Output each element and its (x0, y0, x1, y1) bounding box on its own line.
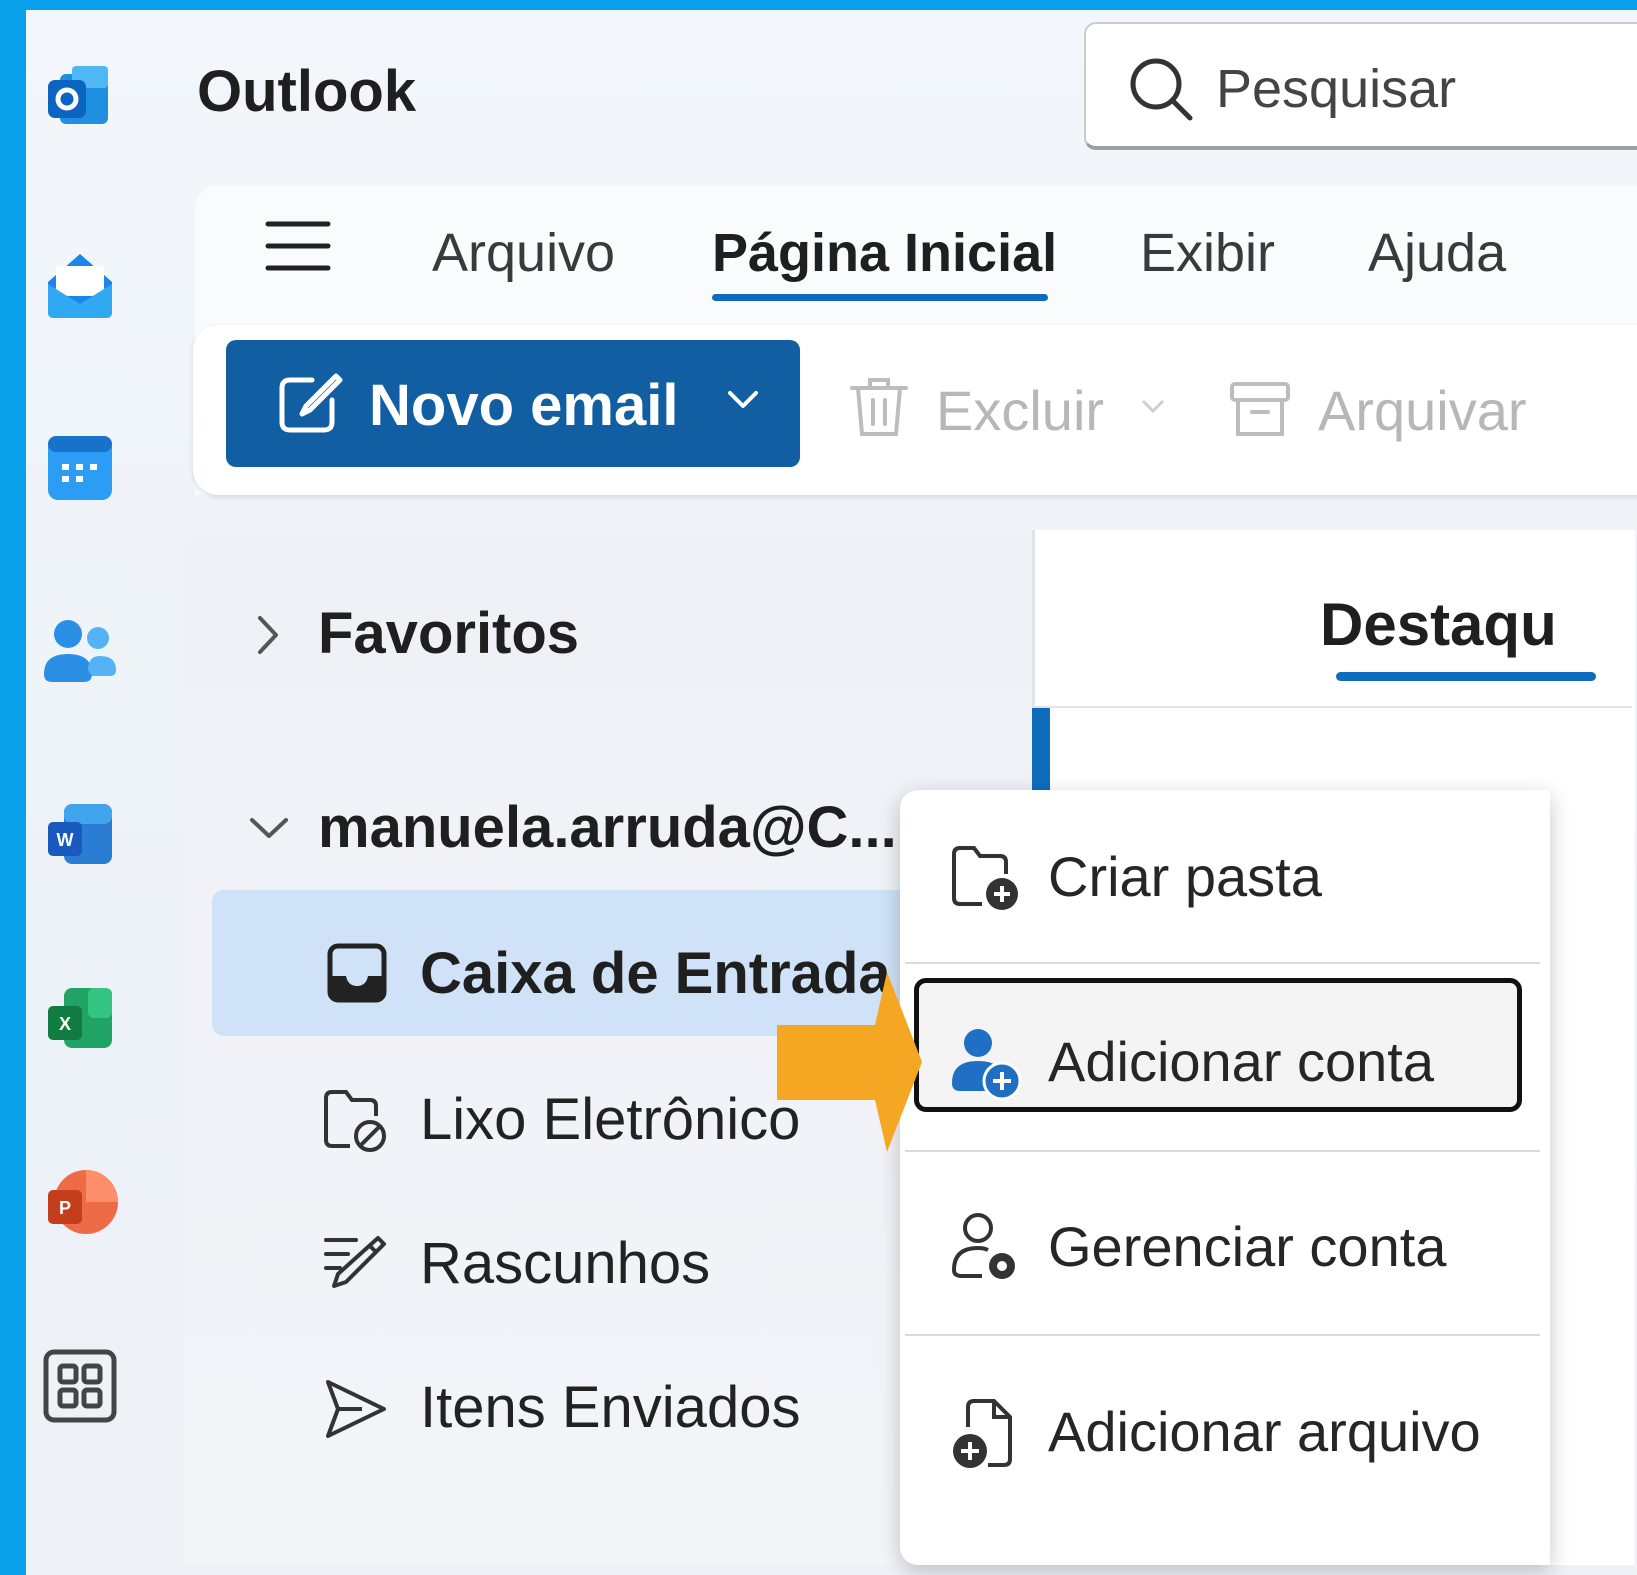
outlook-logo-icon[interactable] (42, 60, 118, 136)
highlight-arrow-icon (777, 972, 922, 1152)
svg-text:W: W (57, 830, 74, 850)
archive-button[interactable]: Arquivar (1318, 378, 1527, 443)
chevron-down-icon (1140, 398, 1166, 421)
person-add-icon (952, 1029, 1022, 1101)
mail-icon[interactable] (42, 246, 118, 322)
new-email-button[interactable]: Novo email (226, 340, 800, 467)
folder-add-icon (952, 846, 1018, 910)
folder-sent[interactable]: Itens Enviados (420, 1374, 800, 1441)
tab-ajuda[interactable]: Ajuda (1368, 222, 1506, 284)
menu-item-label: Criar pasta (1048, 845, 1322, 908)
tab-pagina-inicial[interactable]: Página Inicial (712, 222, 1057, 284)
powerpoint-icon[interactable]: P (42, 1164, 118, 1240)
chevron-right-icon[interactable] (252, 612, 282, 658)
archive-icon (1228, 378, 1292, 447)
svg-text:P: P (59, 1198, 71, 1218)
junk-icon (322, 1088, 390, 1159)
menu-item-label: Gerenciar conta (1048, 1215, 1447, 1278)
excel-icon[interactable]: X (42, 980, 118, 1056)
apps-icon[interactable] (42, 1348, 118, 1424)
tab-arquivo[interactable]: Arquivo (432, 222, 615, 284)
people-icon[interactable] (42, 612, 118, 688)
calendar-icon[interactable] (42, 430, 118, 506)
focused-tab-indicator (1336, 672, 1596, 681)
tab-exibir[interactable]: Exibir (1140, 222, 1275, 284)
compose-icon (279, 373, 343, 433)
search-placeholder: Pesquisar (1216, 59, 1457, 119)
inbox-icon (326, 942, 388, 1009)
chevron-down-icon[interactable] (246, 812, 292, 842)
delete-icon (848, 374, 910, 445)
search-icon (1130, 58, 1193, 121)
favorites-label[interactable]: Favoritos (318, 600, 579, 667)
menu-item-criar-pasta[interactable]: Criar pasta (900, 800, 1550, 950)
menu-separator (905, 962, 1540, 964)
divider (1032, 706, 1632, 708)
delete-button[interactable]: Excluir (936, 378, 1104, 443)
search-box[interactable]: Pesquisar (1084, 22, 1637, 150)
hamburger-menu-icon[interactable] (264, 218, 332, 274)
svg-text:X: X (59, 1014, 71, 1034)
account-label[interactable]: manuela.arruda@C... (318, 794, 897, 861)
menu-item-label: Adicionar arquivo (1048, 1400, 1481, 1463)
drafts-icon (322, 1232, 388, 1303)
app-title: Outlook (197, 59, 417, 124)
menu-item-adicionar-arquivo[interactable]: Adicionar arquivo (900, 1355, 1550, 1505)
person-settings-icon (952, 1213, 1015, 1279)
menu-separator (905, 1150, 1540, 1152)
sent-icon (322, 1376, 388, 1447)
document-add-icon (953, 1399, 1012, 1468)
folder-drafts[interactable]: Rascunhos (420, 1230, 710, 1297)
tab-focused[interactable]: Destaqu (1320, 590, 1557, 659)
menu-item-label: Adicionar conta (1048, 1030, 1435, 1093)
word-icon[interactable]: W (42, 796, 118, 872)
menu-separator (905, 1334, 1540, 1336)
chevron-down-icon[interactable] (726, 388, 760, 412)
menu-item-adicionar-conta[interactable]: Adicionar conta (900, 985, 1550, 1135)
new-email-label: Novo email (369, 373, 679, 438)
menu-item-gerenciar-conta[interactable]: Gerenciar conta (900, 1170, 1550, 1320)
active-tab-indicator (712, 294, 1048, 301)
